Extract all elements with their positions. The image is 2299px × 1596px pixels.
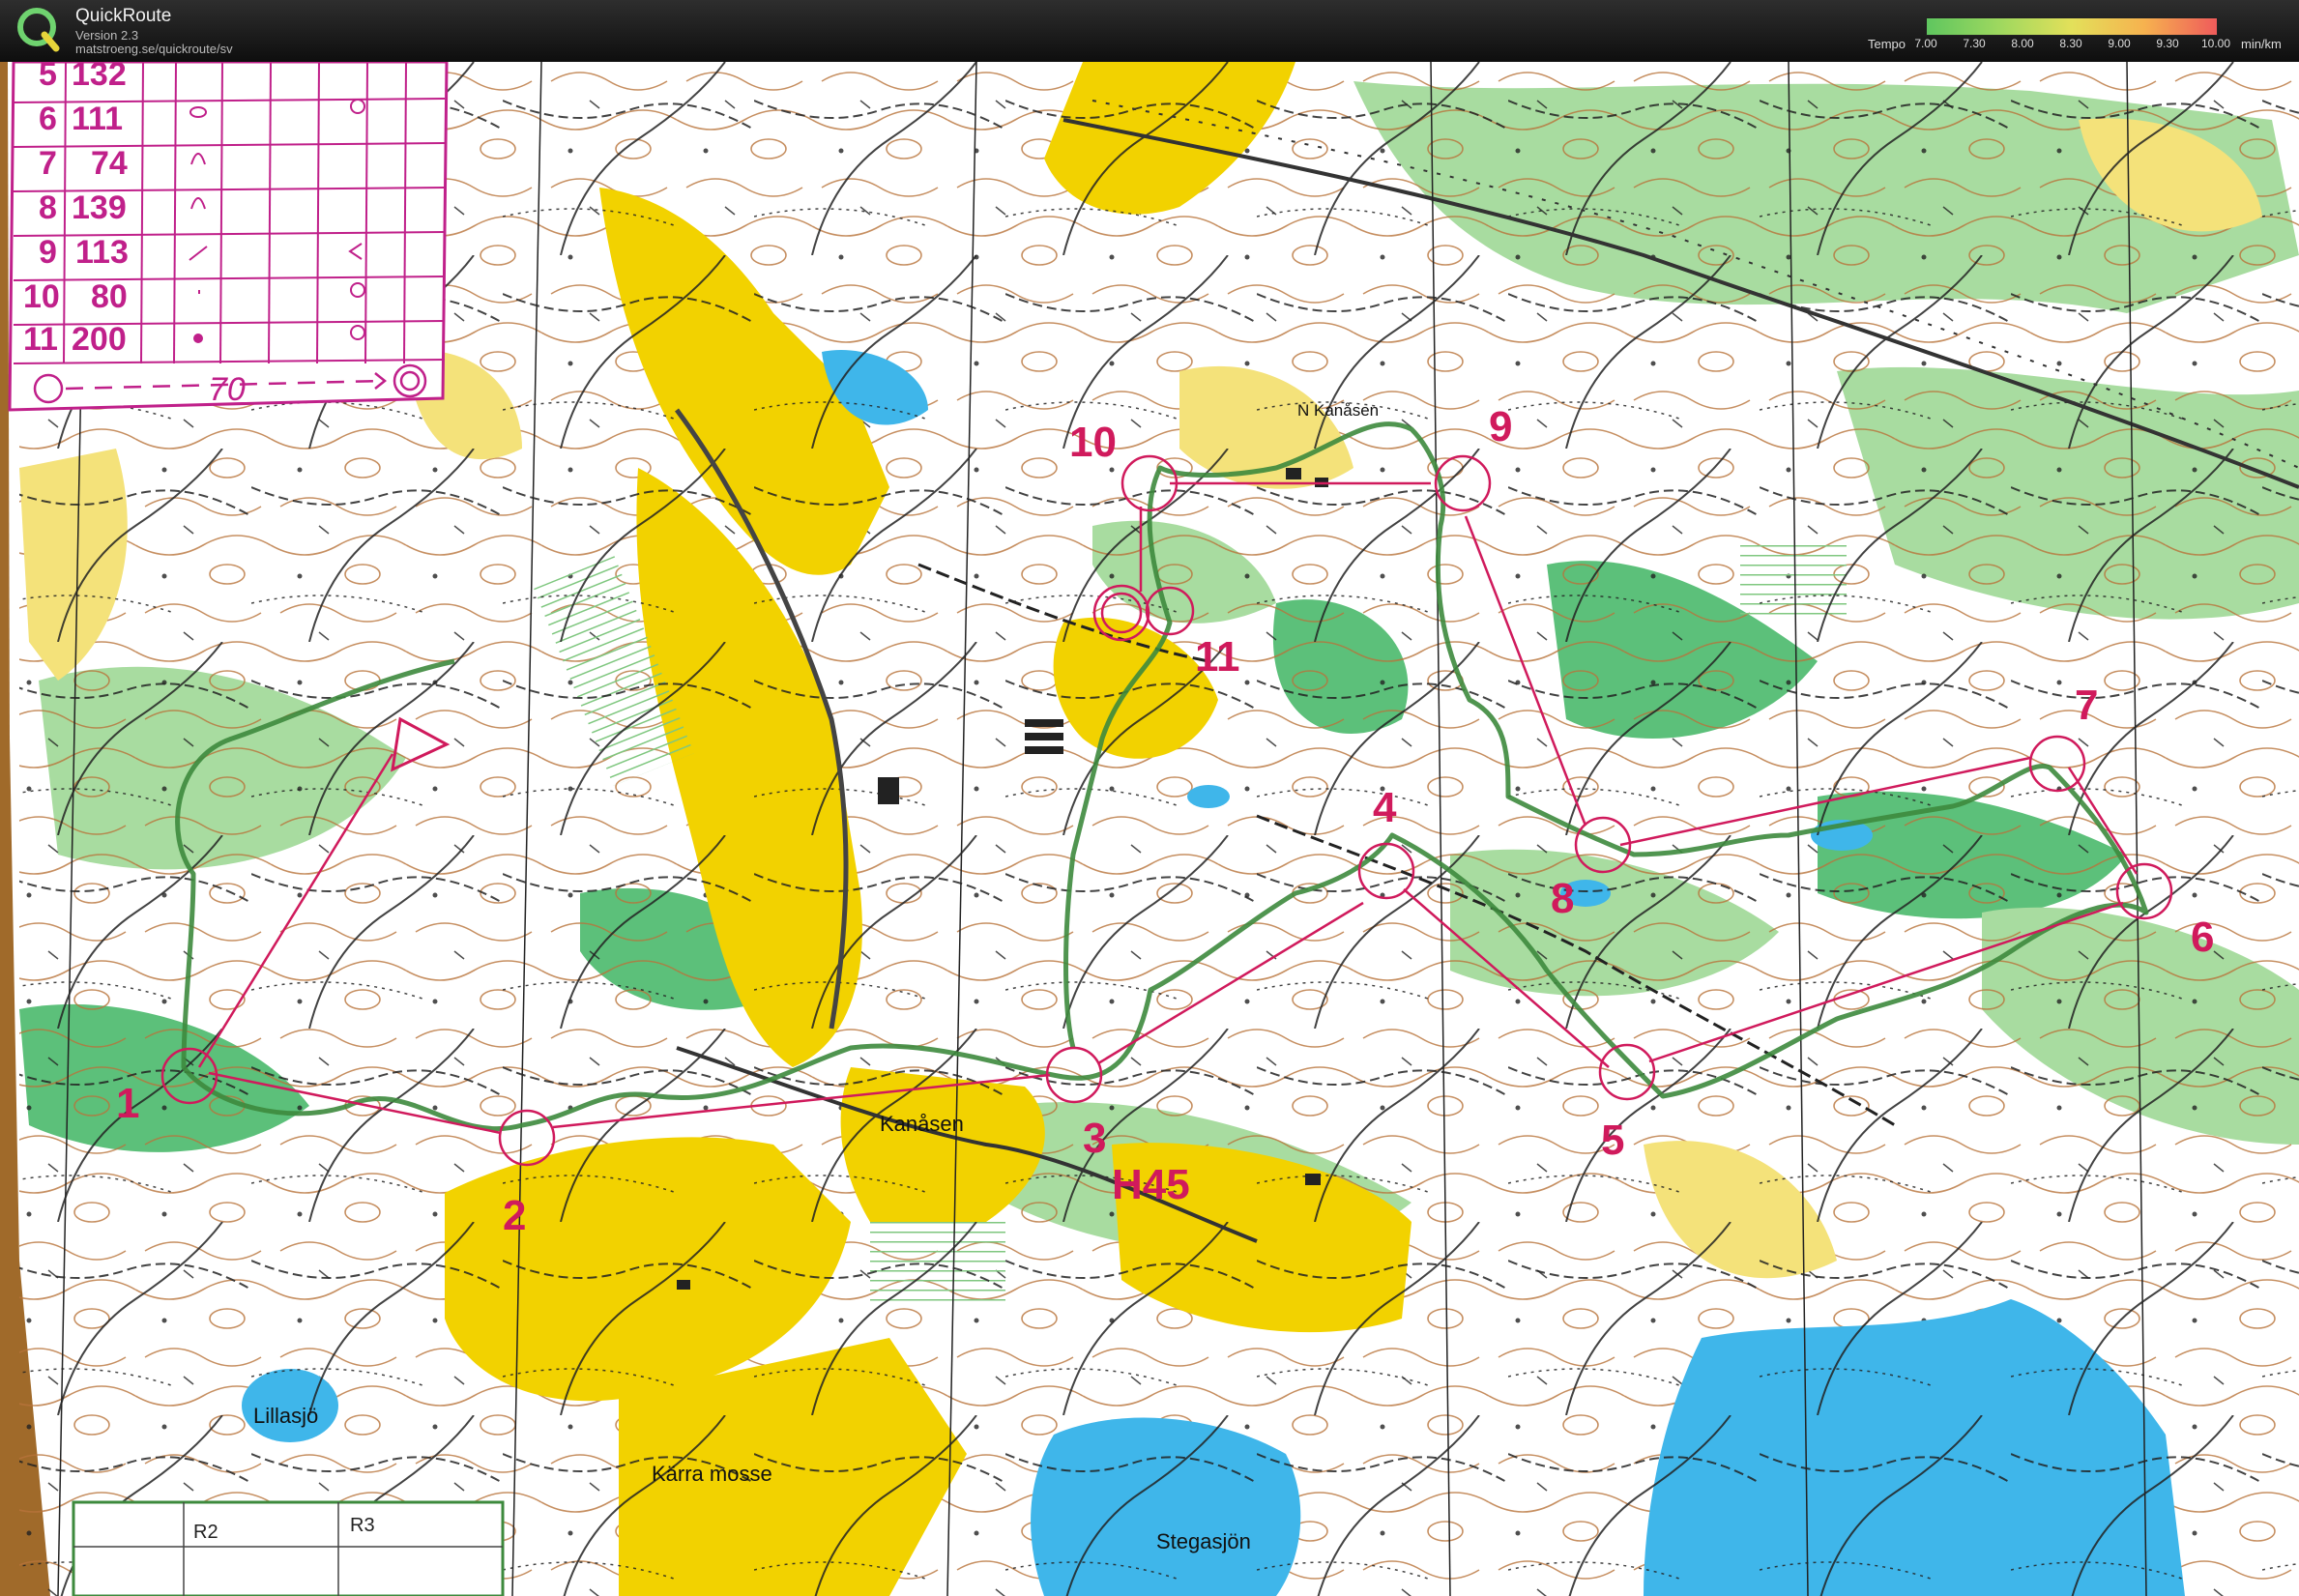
tempo-tick-label: 7.00 [1914,37,1937,50]
table-header-r3: R3 [350,1515,375,1536]
table-row-7-code: 200 [72,321,127,358]
place-name-n-kanasen: N Kanåsen [1297,401,1379,420]
control-label-5: 5 [1601,1117,1624,1164]
place-name-kanasen: Kanåsen [880,1112,964,1136]
table-row-2-control: 6 [39,101,57,137]
control-label-10: 10 [1069,419,1117,466]
table-row-4-control: 8 [39,189,57,226]
course-description-table: 5 132 6 111 7 74 8 139 9 113 10 80 11 20… [8,62,449,412]
control-label-9: 9 [1489,403,1512,450]
control-label-7: 7 [2075,682,2098,729]
table-row-5-control: 9 [39,234,57,271]
place-name-karra-mosse: Kärra mosse [652,1462,772,1486]
table-row-5-code: 113 [75,234,129,271]
control-label-11: 11 [1195,633,1240,681]
control-label-3: 3 [1083,1115,1106,1162]
course-class-label: H45 [1112,1161,1190,1208]
quickroute-app: QuickRoute Version 2.3 matstroeng.se/qui… [0,0,2299,1596]
table-row-1-control: 5 [39,62,57,93]
table-row-6-control: 10 [23,278,60,315]
orienteering-map[interactable]: 1 2 3 4 5 6 7 8 9 10 11 H45 N Kanåsen Ka… [0,62,2299,1596]
map-canvas[interactable]: 1 2 3 4 5 6 7 8 9 10 11 H45 N Kanåsen Ka… [0,62,2299,1596]
app-version: Version 2.3 [75,28,139,43]
quickroute-logo-icon [17,8,60,52]
control-label-8: 8 [1551,875,1574,922]
tempo-legend-title: Tempo [1868,37,1906,51]
table-row-2-code: 111 [72,101,123,137]
table-row-7-control: 11 [23,321,58,358]
table-row-6-code: 80 [91,278,128,315]
app-title: QuickRoute [75,6,172,26]
table-header-r2: R2 [193,1522,218,1543]
tempo-tick-label: 9.30 [2156,37,2179,50]
bottom-results-table: R2 R3 [72,1500,505,1596]
finish-distance-label: 70 [209,371,246,408]
tempo-color-scale [1926,17,2218,36]
app-url: matstroeng.se/quickroute/sv [75,42,233,56]
control-label-6: 6 [2191,914,2214,961]
tempo-unit-label: min/km [2241,37,2282,51]
control-label-2: 2 [503,1192,526,1239]
tempo-tick-label: 9.00 [2108,37,2131,50]
place-name-stegasjon: Stegasjön [1156,1529,1251,1553]
tempo-tick-label: 8.30 [2059,37,2082,50]
tempo-tick-label: 7.30 [1963,37,1986,50]
control-label-1: 1 [116,1080,139,1127]
table-row-3-control: 7 [39,145,57,182]
tempo-tick-label: 8.00 [2011,37,2034,50]
title-bar: QuickRoute Version 2.3 matstroeng.se/qui… [0,0,2299,62]
table-row-1-code: 132 [72,62,127,93]
place-name-lillasjo: Lillasjö [253,1404,318,1428]
tempo-tick-label: 10.00 [2200,37,2231,50]
control-label-4: 4 [1373,784,1397,831]
table-row-4-code: 139 [72,189,127,226]
table-row-3-code: 74 [91,145,128,182]
